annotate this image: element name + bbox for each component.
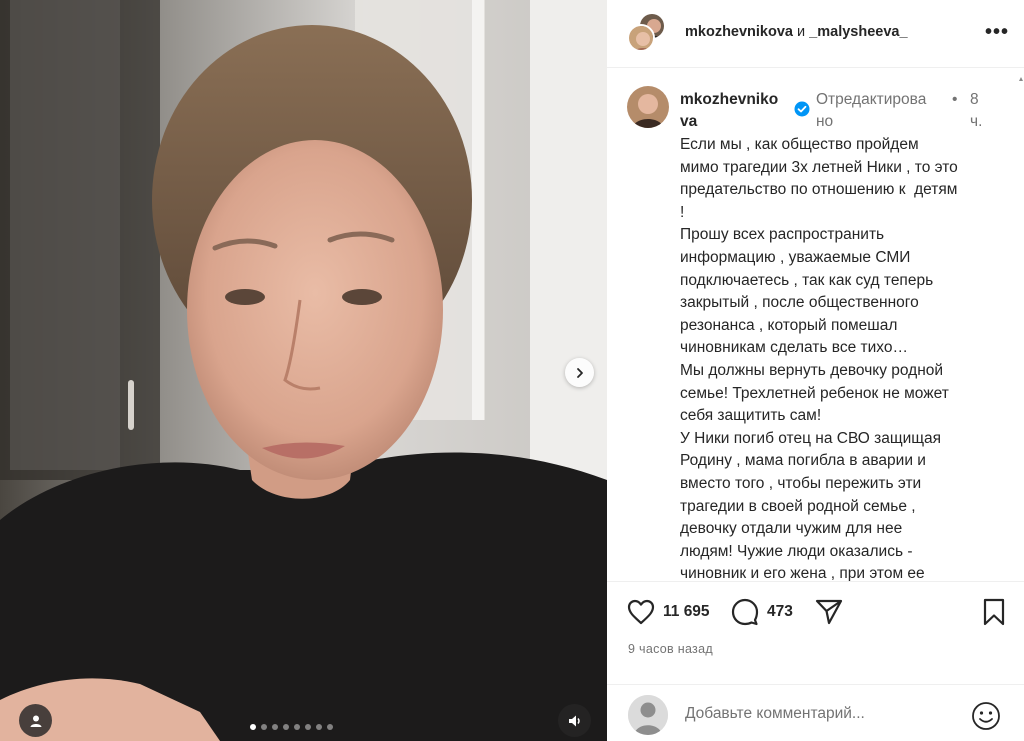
tagged-users-button[interactable]: [19, 704, 52, 737]
more-options-button[interactable]: •••: [985, 22, 1009, 42]
bookmark-icon: [983, 598, 1005, 626]
comment-input[interactable]: [685, 705, 955, 723]
separator-dot: •: [952, 91, 958, 108]
comment-button[interactable]: 473: [731, 598, 793, 626]
post-side-panel: mkozhevnikova и _malysheeva_ ••• mkozhev…: [607, 0, 1024, 741]
caption-time-part: ч.: [970, 113, 983, 130]
carousel-dot: [261, 724, 267, 730]
add-comment-bar: [607, 684, 1024, 741]
post-header: mkozhevnikova и _malysheeva_ •••: [607, 0, 1024, 68]
carousel-dot: [283, 724, 289, 730]
save-button[interactable]: [982, 598, 1006, 626]
edited-label: Отредактирова но: [816, 89, 948, 133]
carousel-dot: [316, 724, 322, 730]
caption-area[interactable]: mkozhevniko va Отредактирова но • 8 ч. Е…: [607, 69, 1024, 581]
share-button[interactable]: [814, 598, 844, 626]
caption-author-part: mkozhevniko: [680, 91, 779, 108]
author-link[interactable]: mkozhevnikova: [685, 24, 793, 40]
post-authors: mkozhevnikova и _malysheeva_: [685, 24, 908, 40]
comment-icon: [731, 598, 759, 626]
caption-time-part: 8: [970, 91, 979, 108]
carousel-dot: [250, 724, 256, 730]
caption-author[interactable]: mkozhevniko va: [680, 89, 790, 133]
avatar[interactable]: [627, 86, 669, 128]
caption-scrollbar[interactable]: [1018, 69, 1024, 581]
send-icon: [815, 599, 843, 625]
next-slide-button[interactable]: [565, 358, 594, 387]
caption-author-part: va: [680, 113, 698, 130]
like-count[interactable]: 11 695: [663, 603, 710, 621]
edited-label-part: Отредактирова: [816, 91, 927, 108]
video-frame: [0, 0, 607, 741]
scroll-up-arrow-icon[interactable]: [1019, 75, 1023, 85]
chevron-right-icon: [576, 367, 583, 378]
mute-toggle-button[interactable]: [558, 704, 591, 737]
edited-label-part: но: [816, 113, 834, 130]
coauthor-link[interactable]: _malysheeva_: [809, 24, 907, 40]
carousel-dot: [272, 724, 278, 730]
caption-text: Если мы , как общество пройдем мимо траг…: [680, 136, 958, 581]
speaker-icon: [568, 715, 580, 726]
post-media[interactable]: [0, 0, 607, 741]
comment-count[interactable]: 473: [767, 603, 793, 621]
carousel-indicator: [250, 724, 333, 730]
avatar: [628, 695, 668, 735]
avatar[interactable]: [627, 24, 655, 52]
emoji-icon[interactable]: [971, 701, 1001, 731]
author-separator: и: [793, 24, 810, 40]
post-timestamp[interactable]: 9 часов назад: [628, 642, 713, 656]
heart-icon: [627, 599, 655, 625]
carousel-dot: [305, 724, 311, 730]
carousel-dot: [327, 724, 333, 730]
like-button[interactable]: 11 695: [627, 598, 710, 626]
user-tag-icon: [30, 715, 41, 727]
carousel-dot: [294, 724, 300, 730]
caption-time[interactable]: 8 ч.: [970, 89, 990, 133]
verified-badge-icon: [794, 101, 810, 117]
